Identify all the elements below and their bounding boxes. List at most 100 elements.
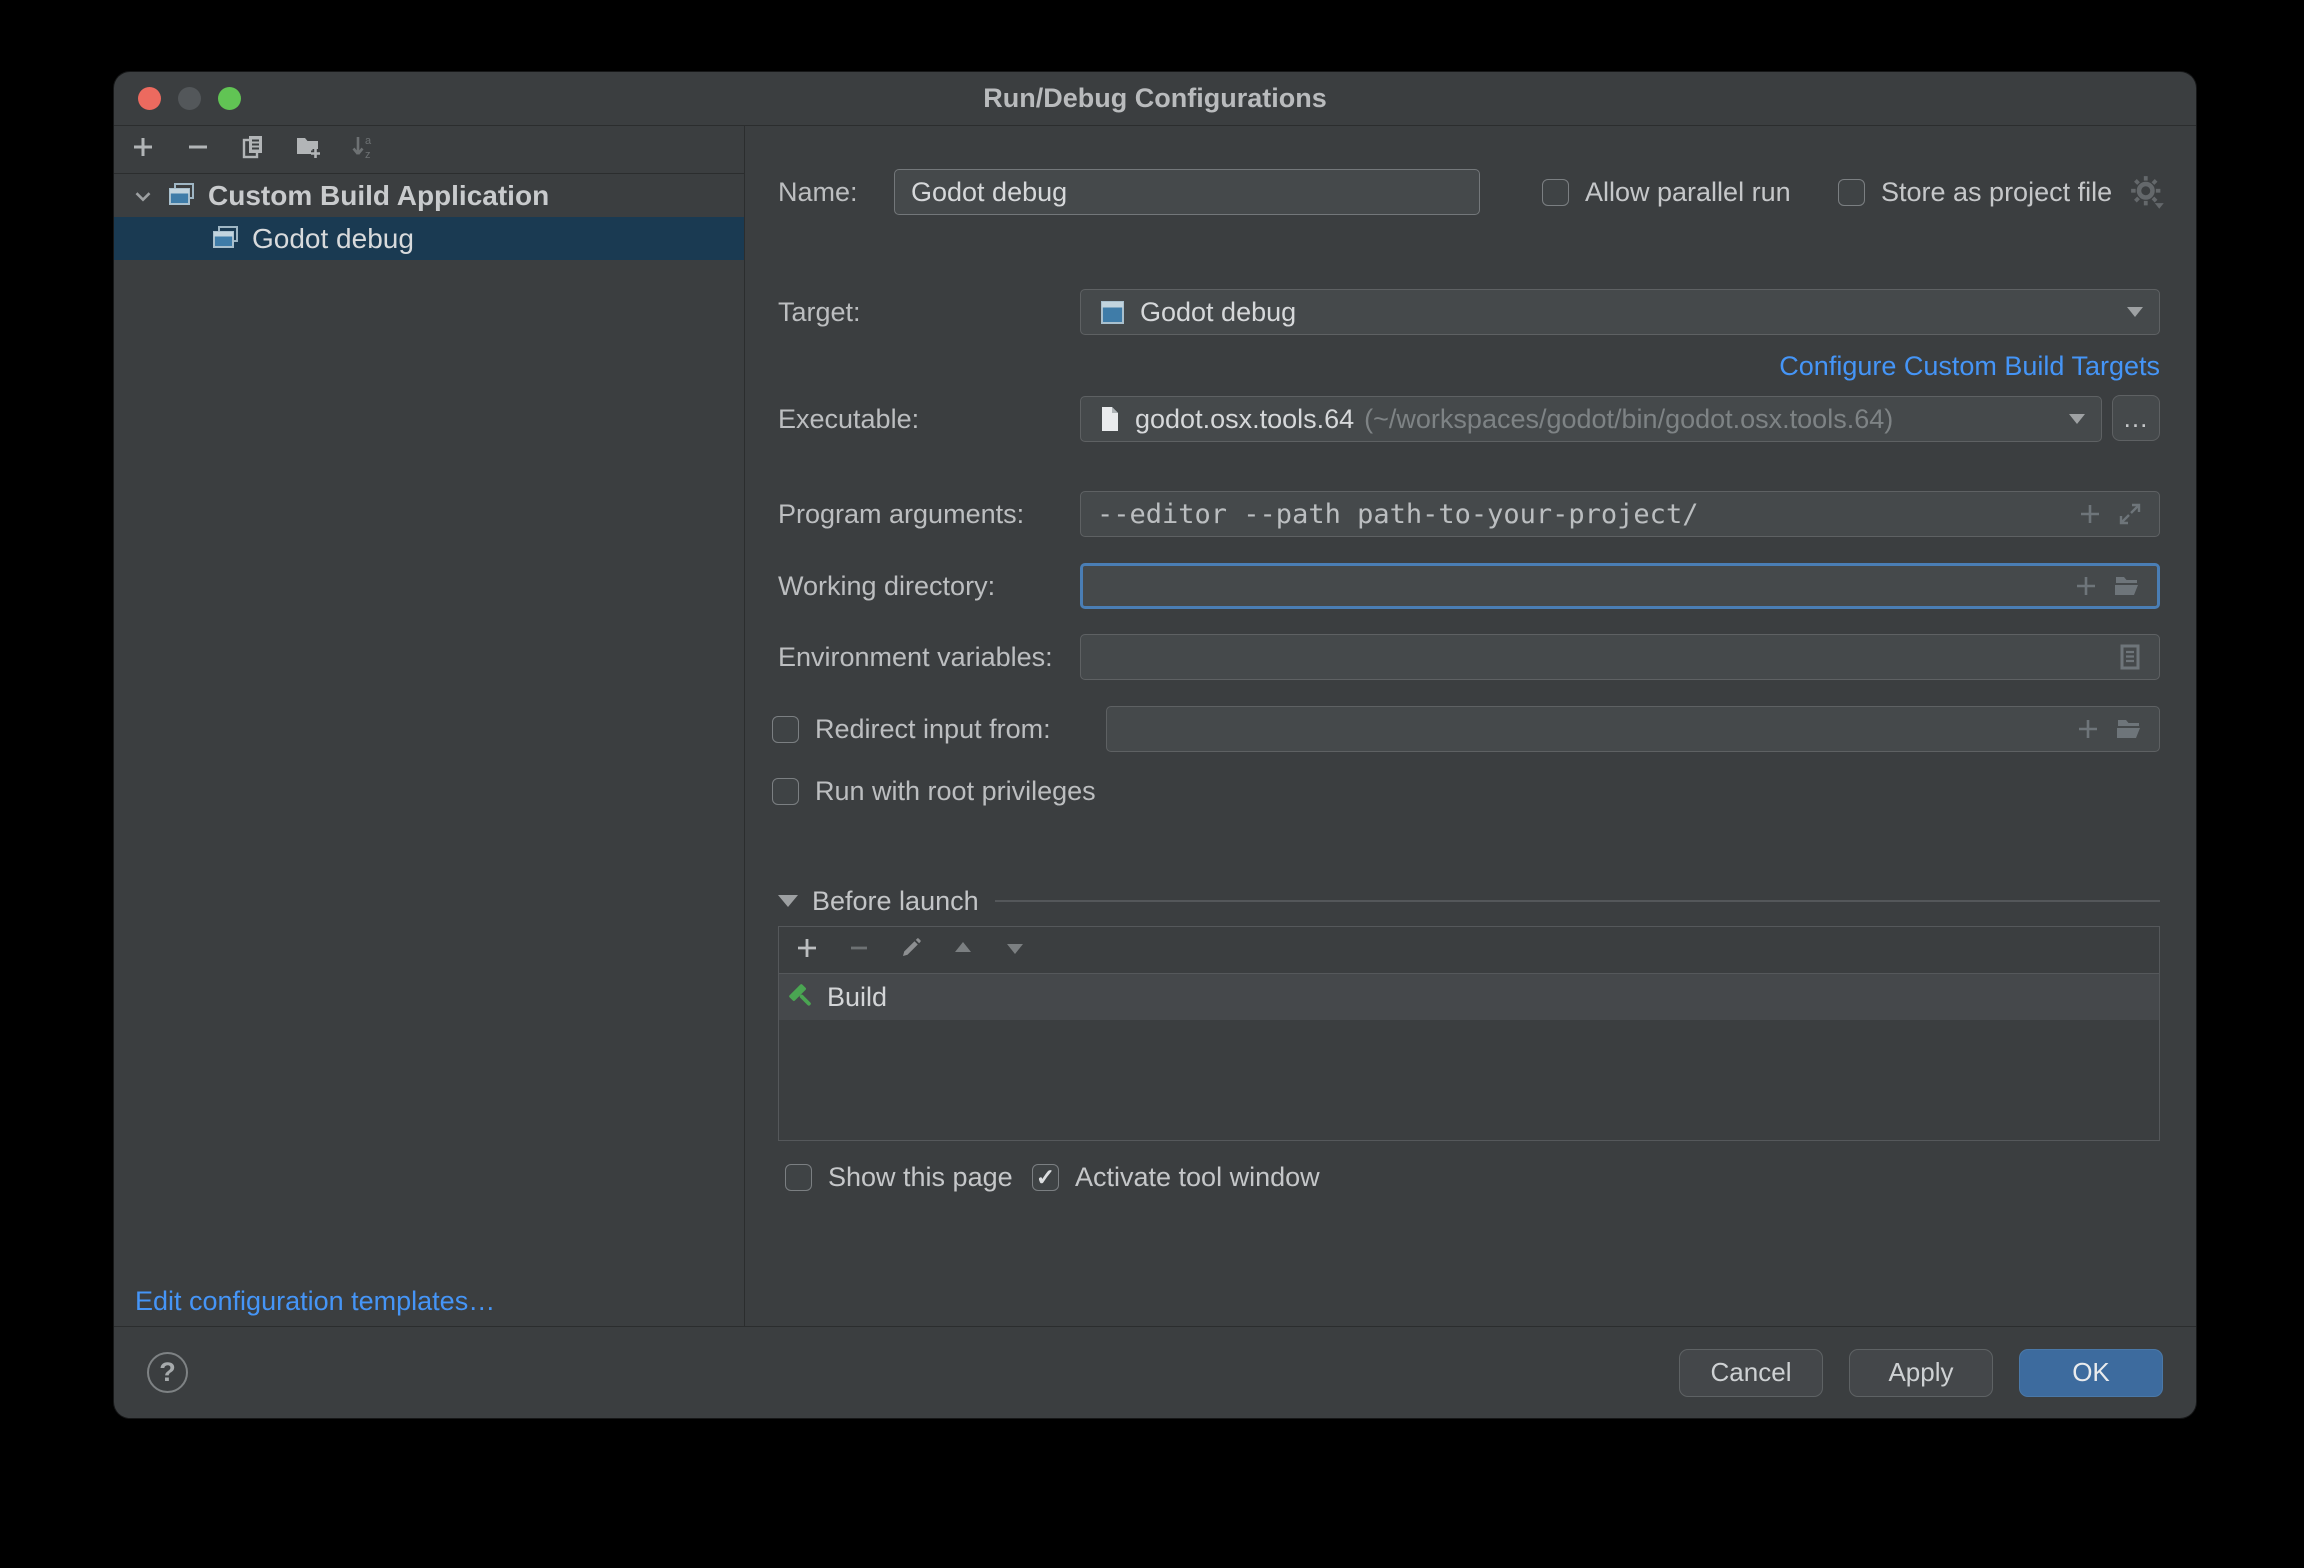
browse-variables-icon[interactable] [2117, 643, 2143, 671]
allow-parallel-run-checkbox[interactable]: Allow parallel run [1542, 169, 1791, 215]
before-launch-task-build[interactable]: Build [779, 974, 2159, 1020]
open-folder-icon[interactable] [2115, 716, 2143, 742]
add-task-button[interactable] [785, 930, 829, 970]
redirect-input-checkbox[interactable]: Redirect input from: [772, 706, 1051, 752]
working-directory-input[interactable] [1080, 563, 2160, 609]
checkbox-box [785, 1164, 812, 1191]
executable-value: godot.osx.tools.64 [1135, 404, 1354, 435]
root-privileges-checkbox[interactable]: Run with root privileges [772, 768, 1096, 814]
help-button[interactable]: ? [147, 1352, 188, 1393]
checkbox-box [1838, 179, 1865, 206]
hammer-icon [787, 982, 817, 1012]
arrow-up-icon [950, 935, 976, 966]
chevron-down-icon[interactable] [128, 181, 158, 211]
target-select[interactable]: Godot debug [1080, 289, 2160, 335]
name-value: Godot debug [911, 177, 1067, 208]
checkbox-box [772, 716, 799, 743]
target-value: Godot debug [1140, 297, 1296, 328]
copy-configuration-button[interactable] [232, 130, 274, 170]
move-up-button[interactable] [941, 930, 985, 970]
edit-task-button[interactable] [889, 930, 933, 970]
remove-task-button[interactable] [837, 930, 881, 970]
build-application-icon [210, 223, 241, 254]
run-debug-configurations-dialog: Run/Debug Configurations [114, 72, 2196, 1418]
section-divider [995, 900, 2160, 902]
before-launch-panel: Build [778, 926, 2160, 1141]
chevron-down-icon [2127, 307, 2143, 317]
build-target-icon [1097, 297, 1128, 328]
allow-parallel-run-label: Allow parallel run [1585, 177, 1791, 208]
chevron-down-icon [2069, 414, 2085, 424]
titlebar[interactable]: Run/Debug Configurations [114, 72, 2196, 126]
tree-item-label: Godot debug [252, 223, 414, 255]
configurations-sidebar: a z Custom Build Application [114, 126, 745, 1326]
dialog-footer: ? Cancel Apply OK [114, 1326, 2196, 1418]
executable-select[interactable]: godot.osx.tools.64 (~/workspaces/godot/b… [1080, 396, 2102, 442]
plus-icon [129, 133, 157, 166]
name-label: Name: [778, 169, 858, 215]
program-arguments-input[interactable]: --editor --path path-to-your-project/ [1080, 491, 2160, 537]
traffic-lights [138, 87, 241, 110]
store-options-button[interactable] [2130, 174, 2166, 212]
working-directory-label: Working directory: [778, 563, 995, 609]
minus-icon [846, 935, 872, 966]
minimize-button [178, 87, 201, 110]
plus-icon [794, 935, 820, 966]
environment-variables-label: Environment variables: [778, 634, 1053, 680]
program-arguments-label: Program arguments: [778, 491, 1024, 537]
edit-configuration-templates-link[interactable]: Edit configuration templates… [135, 1286, 495, 1317]
activate-tool-window-label: Activate tool window [1075, 1162, 1320, 1193]
minus-icon [184, 133, 212, 166]
sort-az-icon: a z [349, 133, 377, 166]
environment-variables-input[interactable] [1080, 634, 2160, 680]
configure-custom-build-targets-link[interactable]: Configure Custom Build Targets [1779, 351, 2160, 382]
before-launch-header[interactable]: Before launch [778, 884, 2160, 918]
tree-item-custom-build-application[interactable]: Custom Build Application [114, 174, 744, 217]
sidebar-toolbar: a z [114, 126, 744, 174]
move-down-button[interactable] [993, 930, 1037, 970]
checkbox-checked-box: ✓ [1032, 1164, 1059, 1191]
zoom-button[interactable] [218, 87, 241, 110]
pencil-icon [898, 935, 924, 966]
apply-button[interactable]: Apply [1849, 1349, 1993, 1397]
tree-item-label: Custom Build Application [208, 180, 549, 212]
before-launch-title: Before launch [812, 886, 979, 917]
checkbox-box [1542, 179, 1569, 206]
arrow-down-icon [1002, 935, 1028, 966]
target-label: Target: [778, 289, 861, 335]
task-label: Build [827, 982, 887, 1013]
add-macro-icon[interactable] [2075, 716, 2101, 742]
browse-executable-button[interactable]: ... [2112, 395, 2160, 441]
redirect-input-field[interactable] [1106, 706, 2160, 752]
remove-configuration-button[interactable] [177, 130, 219, 170]
gear-icon [2130, 199, 2166, 216]
add-macro-icon[interactable] [2073, 573, 2099, 599]
show-this-page-checkbox[interactable]: Show this page [785, 1154, 1013, 1200]
ok-button[interactable]: OK [2019, 1349, 2163, 1397]
copy-icon [239, 133, 267, 166]
new-folder-button[interactable] [287, 130, 329, 170]
svg-text:z: z [365, 149, 371, 161]
collapse-triangle-icon[interactable] [778, 895, 798, 907]
svg-text:a: a [365, 135, 372, 147]
show-this-page-label: Show this page [828, 1162, 1013, 1193]
before-launch-toolbar [779, 927, 2159, 974]
close-button[interactable] [138, 87, 161, 110]
executable-label: Executable: [778, 396, 919, 442]
name-input[interactable]: Godot debug [894, 169, 1480, 215]
root-privileges-label: Run with root privileges [815, 768, 1096, 814]
store-as-project-file-checkbox[interactable]: Store as project file [1838, 169, 2112, 215]
activate-tool-window-checkbox[interactable]: ✓ Activate tool window [1032, 1154, 1320, 1200]
configuration-form: Name: Godot debug Allow parallel run Sto… [746, 126, 2196, 1326]
sort-configurations-button[interactable]: a z [342, 130, 384, 170]
build-application-icon [166, 180, 197, 211]
cancel-button[interactable]: Cancel [1679, 1349, 1823, 1397]
expand-icon[interactable] [2117, 501, 2143, 527]
tree-item-godot-debug[interactable]: Godot debug [114, 217, 744, 260]
program-arguments-value: --editor --path path-to-your-project/ [1097, 499, 1698, 530]
add-configuration-button[interactable] [122, 130, 164, 170]
add-macro-icon[interactable] [2077, 501, 2103, 527]
new-folder-icon [294, 133, 322, 166]
store-as-project-file-label: Store as project file [1881, 177, 2112, 208]
open-folder-icon[interactable] [2113, 573, 2141, 599]
